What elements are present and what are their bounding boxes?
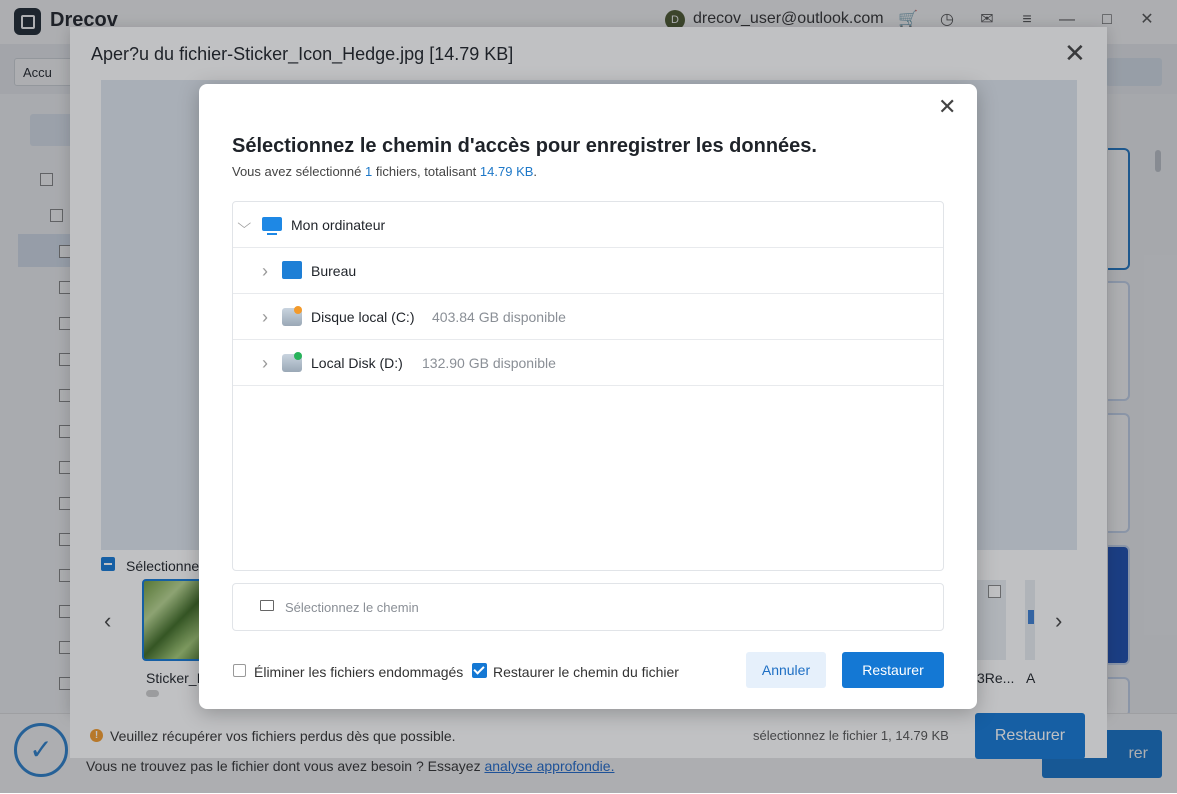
- modal-subtitle: Vous avez sélectionné 1 fichiers, totali…: [232, 164, 537, 179]
- path-placeholder: Sélectionnez le chemin: [285, 600, 419, 615]
- disk-c-free-space: 403.84 GB disponible: [432, 309, 566, 325]
- tree-label-disk-c: Disque local (C:): [311, 309, 415, 325]
- remove-damaged-checkbox[interactable]: [233, 664, 246, 677]
- selected-count: 1: [365, 164, 373, 179]
- selected-size: 14.79 KB: [479, 164, 534, 179]
- cancel-button[interactable]: Annuler: [746, 652, 826, 688]
- chevron-right-icon[interactable]: ›: [262, 261, 268, 282]
- restore-path-checkbox[interactable]: [472, 663, 487, 678]
- disk-ok-badge: [294, 352, 302, 360]
- remove-damaged-label: Éliminer les fichiers endommagés: [254, 664, 464, 680]
- subtitle-prefix: Vous avez sélectionné: [232, 164, 362, 179]
- modal-close-icon[interactable]: ✕: [938, 94, 956, 120]
- restore-path-label: Restaurer le chemin du fichier: [493, 664, 679, 680]
- subtitle-middle: fichiers, totalisant: [375, 164, 477, 179]
- chevron-down-icon[interactable]: ⌵: [237, 215, 251, 232]
- tree-label-computer: Mon ordinateur: [291, 217, 386, 233]
- computer-icon: [262, 217, 282, 235]
- modal-title: Sélectionnez le chemin d'accès pour enre…: [232, 135, 817, 157]
- subtitle-suffix: .: [533, 164, 538, 179]
- folder-icon: [260, 600, 274, 611]
- restore-button[interactable]: Restaurer: [842, 652, 944, 688]
- tree-label-desktop: Bureau: [311, 263, 357, 279]
- disk-warning-badge: [294, 306, 302, 314]
- chevron-right-icon[interactable]: ›: [262, 353, 268, 374]
- disk-d-free-space: 132.90 GB disponible: [422, 355, 556, 371]
- chevron-right-icon[interactable]: ›: [262, 307, 268, 328]
- desktop-icon: [282, 261, 302, 279]
- tree-label-disk-d: Local Disk (D:): [311, 355, 403, 371]
